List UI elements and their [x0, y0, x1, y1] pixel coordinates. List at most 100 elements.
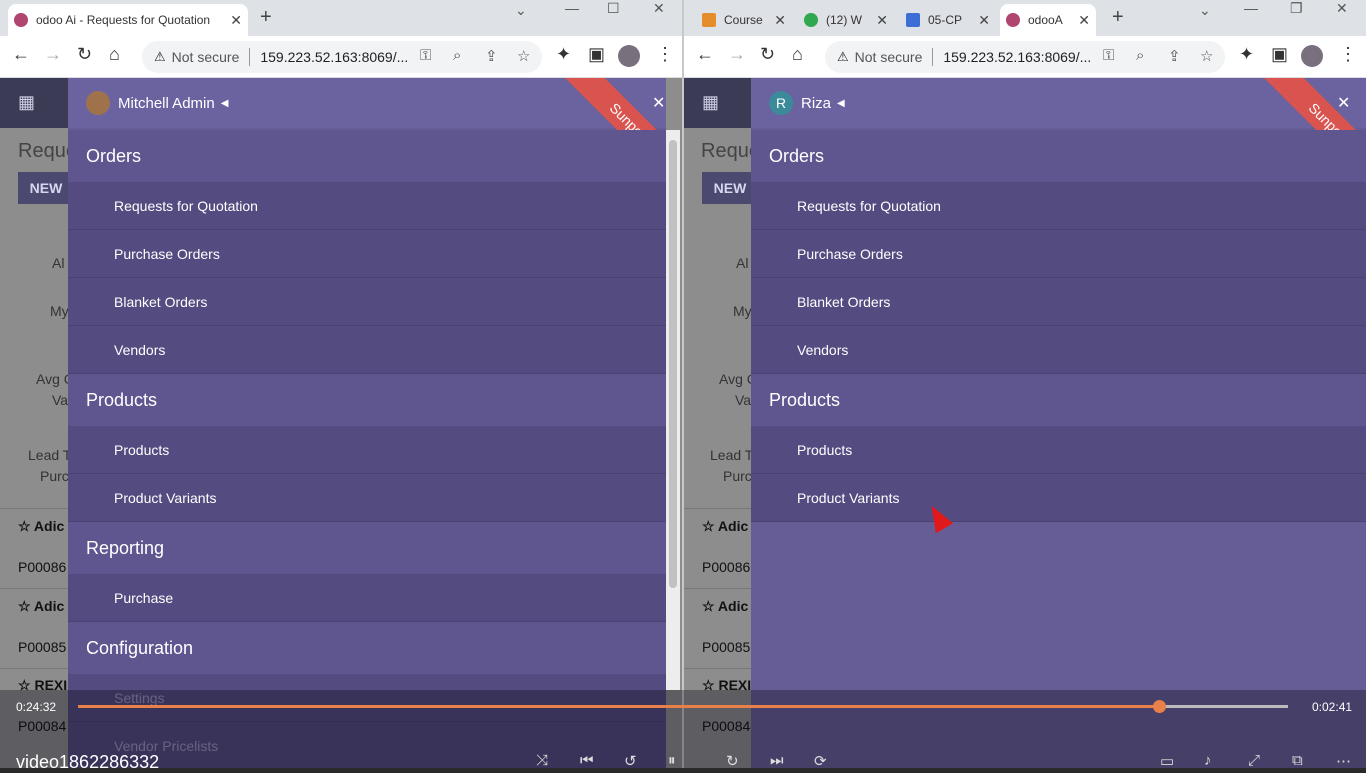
- close-tab-icon[interactable]: ✕: [1078, 12, 1090, 29]
- share-icon[interactable]: ⇪: [1168, 47, 1181, 65]
- menu-item-rfq[interactable]: Requests for Quotation: [68, 182, 666, 230]
- close-tab-icon[interactable]: ✕: [876, 12, 888, 29]
- close-window-icon[interactable]: ✕: [1336, 0, 1348, 17]
- menu-item-purchase-report[interactable]: Purchase: [68, 574, 666, 622]
- apps-grid-icon[interactable]: ▦: [18, 92, 35, 113]
- separator: [932, 48, 934, 66]
- previous-icon[interactable]: ⏮: [580, 752, 594, 769]
- menu-item-purchase-orders[interactable]: Purchase Orders: [68, 230, 666, 278]
- close-tab-icon[interactable]: ✕: [774, 12, 786, 29]
- address-bar[interactable]: ⚠ Not secure 159.223.52.163:8069/... ⚿ ⌕…: [142, 41, 542, 73]
- address-bar[interactable]: ⚠ Not secure 159.223.52.163:8069/... ⚿ ⌕…: [825, 41, 1225, 73]
- profile-avatar[interactable]: [618, 45, 640, 67]
- menu-icon[interactable]: ⋮: [1339, 44, 1357, 65]
- menu-item-blanket-orders[interactable]: Blanket Orders: [68, 278, 666, 326]
- table-row[interactable]: ☆ Adic: [702, 518, 748, 535]
- home-icon[interactable]: ⌂: [109, 44, 120, 65]
- forward-icon[interactable]: →: [44, 44, 62, 65]
- row-divider: [684, 668, 752, 669]
- scrollbar-thumb[interactable]: [669, 140, 677, 588]
- forward-icon[interactable]: ↻: [726, 752, 739, 770]
- seek-progress: [78, 705, 1159, 708]
- tab-docs[interactable]: 05-CP ✕: [900, 4, 996, 36]
- table-row[interactable]: ☆ Adic: [18, 598, 64, 615]
- profile-avatar[interactable]: [1301, 45, 1323, 67]
- menu-item-products[interactable]: Products: [68, 426, 666, 474]
- menu-item-products[interactable]: Products: [751, 426, 1366, 474]
- minimize-icon[interactable]: —: [1244, 0, 1258, 16]
- tab-title: odoo Ai - Requests for Quotation: [36, 13, 211, 27]
- star-icon[interactable]: ☆: [1200, 47, 1213, 65]
- menu-item-product-variants[interactable]: Product Variants: [751, 474, 1366, 522]
- menu-icon[interactable]: ⋮: [656, 44, 674, 65]
- separator: [249, 48, 251, 66]
- caret-left-icon: ◀: [220, 97, 229, 109]
- tab-odoo-rfq[interactable]: odoo Ai - Requests for Quotation ✕: [8, 4, 248, 36]
- back-icon[interactable]: ←: [12, 44, 30, 65]
- shuffle-icon[interactable]: ⤨: [536, 752, 548, 769]
- sidepanel-icon[interactable]: ▣: [588, 44, 605, 65]
- extensions-icon[interactable]: ✦: [1239, 44, 1254, 65]
- new-tab-icon[interactable]: +: [260, 6, 272, 29]
- caret-left-icon: ◀: [837, 97, 845, 109]
- restore-icon[interactable]: ❐: [1290, 0, 1303, 17]
- back-icon[interactable]: ←: [696, 44, 714, 65]
- key-icon[interactable]: ⚿: [1103, 47, 1114, 64]
- section-reporting: Reporting: [68, 522, 666, 574]
- chevron-down-icon[interactable]: ⌄: [515, 2, 527, 19]
- table-row[interactable]: ☆ Adic: [18, 518, 64, 535]
- tab-whatsapp[interactable]: (12) W ✕: [798, 4, 894, 36]
- apps-grid-icon[interactable]: ▦: [702, 92, 719, 113]
- tab-odoo[interactable]: odooA ✕: [1000, 4, 1096, 36]
- row-name: Adic: [33, 518, 65, 534]
- volume-icon[interactable]: ♪: [1204, 752, 1212, 769]
- extensions-icon[interactable]: ✦: [556, 44, 571, 65]
- new-button[interactable]: NEW: [702, 172, 758, 204]
- row-divider: [0, 668, 68, 669]
- repeat-icon[interactable]: ⟳: [814, 752, 827, 770]
- new-tab-icon[interactable]: +: [1112, 6, 1124, 29]
- zoom-icon[interactable]: ⌕: [1136, 47, 1144, 64]
- close-tab-icon[interactable]: ✕: [978, 12, 990, 29]
- row-ref: P00085: [702, 639, 751, 655]
- menu-item-vendors[interactable]: Vendors: [68, 326, 666, 374]
- menu-item-product-variants[interactable]: Product Variants: [68, 474, 666, 522]
- chevron-down-icon[interactable]: ⌄: [1199, 2, 1211, 19]
- tab-course[interactable]: Course ✕: [696, 4, 792, 36]
- rewind-icon[interactable]: ↺: [624, 752, 637, 770]
- table-row[interactable]: ☆ Adic: [702, 598, 748, 615]
- share-icon[interactable]: ⇪: [485, 47, 498, 65]
- subtitles-icon[interactable]: ▭: [1160, 752, 1174, 770]
- star-icon[interactable]: ☆: [517, 47, 530, 65]
- menu-drawer: R Riza ◀ ✕ Sunpop.cn Orders Requests for…: [751, 78, 1366, 768]
- sidepanel-icon[interactable]: ▣: [1271, 44, 1288, 65]
- maximize-icon[interactable]: ☐: [607, 0, 620, 17]
- close-icon[interactable]: ✕: [652, 93, 665, 113]
- next-icon[interactable]: ⏭: [770, 752, 784, 769]
- key-icon[interactable]: ⚿: [420, 47, 431, 64]
- fullscreen-icon[interactable]: ⤢: [1248, 752, 1260, 769]
- home-icon[interactable]: ⌂: [792, 44, 803, 65]
- user-name: Riza: [801, 94, 832, 112]
- pip-icon[interactable]: ⧉: [1292, 752, 1303, 769]
- seek-handle[interactable]: [1152, 700, 1166, 713]
- seek-bar[interactable]: [78, 705, 1288, 708]
- more-icon[interactable]: ⋯: [1336, 752, 1351, 770]
- zoom-icon[interactable]: ⌕: [453, 47, 461, 64]
- close-tab-icon[interactable]: ✕: [230, 12, 242, 29]
- user-menu[interactable]: R Riza ◀: [769, 91, 845, 115]
- menu-item-blanket-orders[interactable]: Blanket Orders: [751, 278, 1366, 326]
- user-menu[interactable]: Mitchell Admin ◀: [86, 91, 228, 115]
- menu-item-rfq[interactable]: Requests for Quotation: [751, 182, 1366, 230]
- new-button[interactable]: NEW: [18, 172, 74, 204]
- menu-item-vendors[interactable]: Vendors: [751, 326, 1366, 374]
- reload-icon[interactable]: ↻: [77, 44, 92, 65]
- menu-item-purchase-orders[interactable]: Purchase Orders: [751, 230, 1366, 278]
- pause-icon[interactable]: ⏸: [668, 752, 676, 769]
- minimize-icon[interactable]: —: [565, 0, 579, 16]
- tab-title: 05-CP: [928, 13, 963, 27]
- close-window-icon[interactable]: ✕: [653, 0, 665, 17]
- reload-icon[interactable]: ↻: [760, 44, 775, 65]
- close-icon[interactable]: ✕: [1337, 93, 1350, 113]
- forward-icon[interactable]: →: [728, 44, 746, 65]
